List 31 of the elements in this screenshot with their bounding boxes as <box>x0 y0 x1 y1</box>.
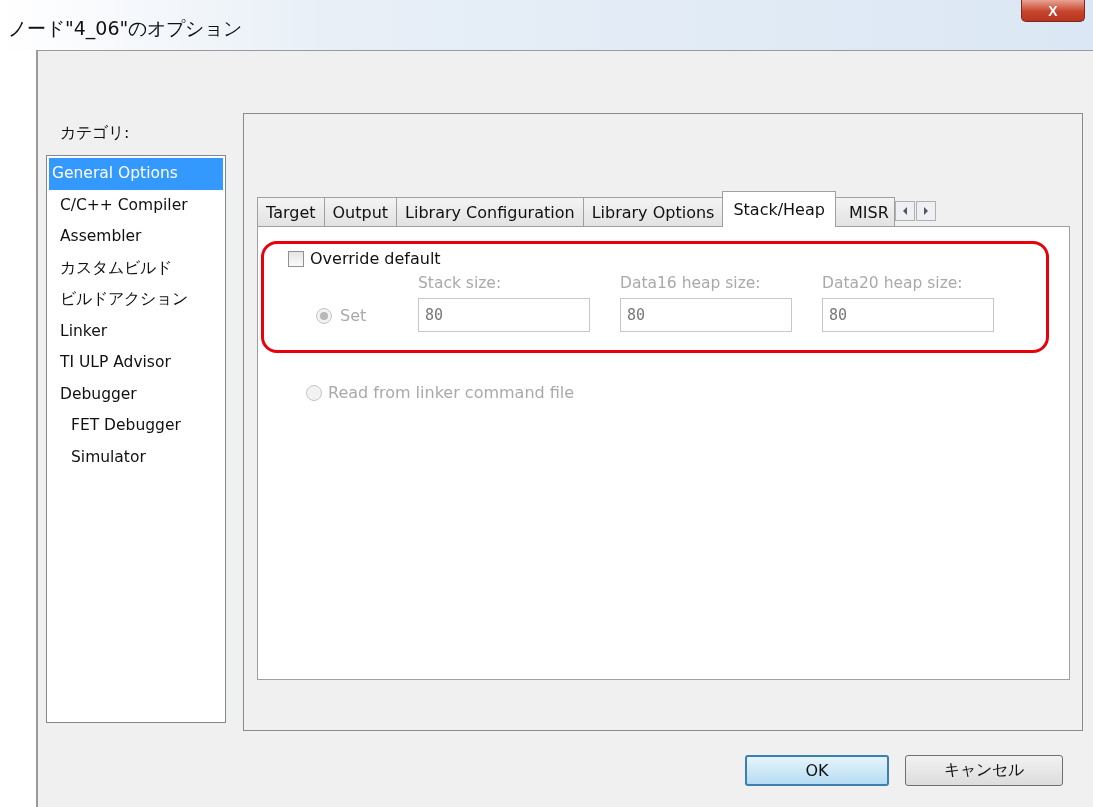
tab[interactable]: Library Options <box>582 197 724 226</box>
category-item[interactable]: Debugger <box>49 378 223 410</box>
close-button[interactable]: X <box>1021 0 1085 22</box>
ok-button[interactable]: OK <box>745 755 889 786</box>
category-item[interactable]: Simulator <box>49 441 223 473</box>
tab[interactable]: MISR <box>834 197 895 226</box>
category-item[interactable]: TI ULP Advisor <box>49 347 223 379</box>
field-label: Data20 heap size: <box>822 274 964 292</box>
field-label: Stack size: <box>418 274 503 292</box>
tab[interactable]: Library Configuration <box>396 197 584 226</box>
category-item[interactable]: Linker <box>49 315 223 347</box>
window-title: ノード"4_06"のオプション <box>7 16 243 42</box>
radio-label: Read from linker command file <box>328 383 575 402</box>
tab[interactable]: Target <box>257 197 325 226</box>
category-label: カテゴリ: <box>60 123 131 143</box>
category-item[interactable]: Assembler <box>49 221 223 253</box>
cancel-button[interactable]: キャンセル <box>905 755 1063 786</box>
scroll-right-button[interactable] <box>915 201 936 221</box>
radio-label: Set <box>340 306 367 325</box>
right-arrow-icon <box>922 207 929 215</box>
tab[interactable]: Output <box>323 197 398 226</box>
category-item[interactable]: カスタムビルド <box>49 252 223 284</box>
category-item[interactable]: FET Debugger <box>49 410 223 442</box>
left-arrow-icon <box>901 207 908 215</box>
field-label: Data16 heap size: <box>620 274 762 292</box>
category-item[interactable]: ビルドアクション <box>49 284 223 316</box>
checkbox[interactable] <box>288 250 304 267</box>
checkbox-label: Override default <box>310 249 441 268</box>
scroll-left-button[interactable] <box>894 201 915 221</box>
tab[interactable]: Stack/Heap <box>722 191 836 227</box>
category-item[interactable]: C/C++ Compiler <box>49 189 223 221</box>
